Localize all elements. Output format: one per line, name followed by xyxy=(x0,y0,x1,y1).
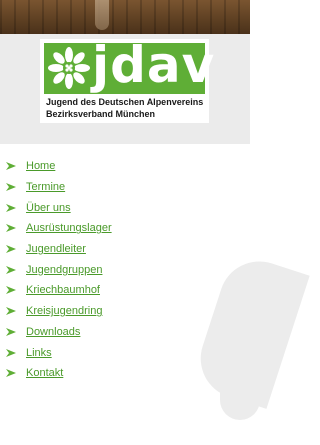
logo-subtitle-line2: Bezirksverband München xyxy=(46,109,156,119)
nav-link-home[interactable]: Home xyxy=(26,160,55,172)
arrow-right-icon xyxy=(6,265,16,274)
nav-item-termine[interactable]: Termine xyxy=(0,177,250,198)
nav-item-ueber-uns[interactable]: Über uns xyxy=(0,197,250,218)
nav-link-kriechbaumhof[interactable]: Kriechbaumhof xyxy=(26,284,100,296)
nav-link-ueber-uns[interactable]: Über uns xyxy=(26,202,71,214)
nav-link-kreisjugendring[interactable]: Kreisjugendring xyxy=(26,305,102,317)
nav-item-downloads[interactable]: Downloads xyxy=(0,322,250,343)
arrow-right-icon xyxy=(6,348,16,357)
arrow-right-icon xyxy=(6,327,16,336)
nav-link-kontakt[interactable]: Kontakt xyxy=(26,367,63,379)
arrow-right-icon xyxy=(6,183,16,192)
arrow-right-icon xyxy=(6,224,16,233)
nav-item-jugendleiter[interactable]: Jugendleiter xyxy=(0,239,250,260)
nav-item-links[interactable]: Links xyxy=(0,342,250,363)
arrow-right-icon xyxy=(6,286,16,295)
logo-subtitle: Jugend des Deutschen Alpenvereins Bezirk… xyxy=(46,96,208,120)
nav-item-kriechbaumhof[interactable]: Kriechbaumhof xyxy=(0,280,250,301)
nav-link-termine[interactable]: Termine xyxy=(26,181,65,193)
nav-item-ausruestungslager[interactable]: Ausrüstungslager xyxy=(0,218,250,239)
nav-link-jugendgruppen[interactable]: Jugendgruppen xyxy=(26,264,102,276)
jdav-logo: jdav xyxy=(44,37,214,94)
nav-link-links[interactable]: Links xyxy=(26,347,52,359)
arrow-right-icon xyxy=(6,369,16,378)
arrow-right-icon xyxy=(6,203,16,212)
nav-link-jugendleiter[interactable]: Jugendleiter xyxy=(26,243,86,255)
arrow-right-icon xyxy=(6,307,16,316)
logo-subtitle-line1: Jugend des Deutschen Alpenvereins xyxy=(46,97,204,107)
main-navigation: Home Termine Über uns Ausrüstungslager J… xyxy=(0,156,250,384)
nav-link-downloads[interactable]: Downloads xyxy=(26,326,80,338)
nav-item-jugendgruppen[interactable]: Jugendgruppen xyxy=(0,259,250,280)
edelweiss-icon xyxy=(48,47,90,89)
nav-item-kreisjugendring[interactable]: Kreisjugendring xyxy=(0,301,250,322)
arrow-right-icon xyxy=(6,162,16,171)
nav-item-kontakt[interactable]: Kontakt xyxy=(0,363,250,384)
arrow-right-icon xyxy=(6,245,16,254)
logo-wordmark: jdav xyxy=(92,36,216,94)
header-photo-detail xyxy=(95,0,109,30)
header-photo xyxy=(0,0,250,34)
nav-link-ausruestungslager[interactable]: Ausrüstungslager xyxy=(26,222,112,234)
nav-item-home[interactable]: Home xyxy=(0,156,250,177)
